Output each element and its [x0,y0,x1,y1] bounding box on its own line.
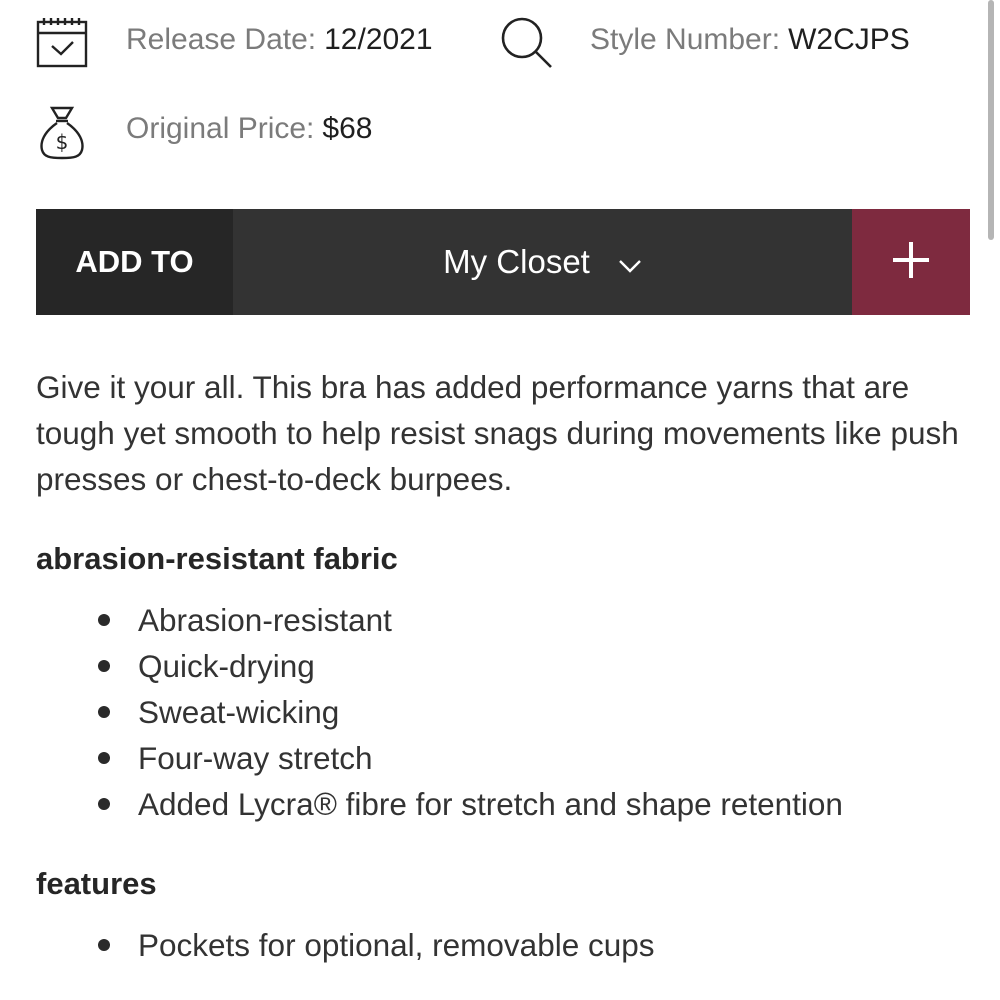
plus-icon [891,240,931,285]
release-date-label: Release Date: [126,23,317,56]
add-to-label: ADD TO [36,209,233,315]
add-to-bar: ADD TO My Closet [36,209,970,315]
original-price-row: Original Price: $68 [126,112,372,146]
bullet-icon [98,752,110,764]
add-to-closet-button[interactable] [852,209,970,315]
list-item: Added Lycra® fibre for stretch and shape… [36,781,843,827]
bullet-icon [98,798,110,810]
scrollbar[interactable] [988,0,994,240]
release-date-row: Release Date: 12/2021 [126,23,433,57]
bullet-icon [98,939,110,951]
bullet-icon [98,706,110,718]
product-description: Give it your all. This bra has added per… [36,369,959,497]
list-item: Four-way stretch [36,735,843,781]
calendar-check-icon [36,16,88,68]
list-item: Sweat-wicking [36,689,843,735]
style-number-label: Style Number: [590,23,781,56]
svg-text:$: $ [56,130,69,154]
bullet-icon [98,614,110,626]
search-icon [500,16,554,70]
style-number-value: W2CJPS [788,23,910,56]
list-item: Abrasion-resistant [36,597,843,643]
money-bag-icon: $ [38,104,86,160]
closet-select-value: My Closet [443,243,590,280]
closet-select[interactable]: My Closet [233,209,852,315]
section-heading-fabric: abrasion-resistant fabric [36,541,398,576]
original-price-value: $68 [322,112,373,145]
list-item: Quick-drying [36,643,843,689]
fabric-list: Abrasion-resistant Quick-drying Sweat-wi… [36,597,843,827]
section-heading-features: features [36,866,157,901]
list-item: Pockets for optional, removable cups [36,922,655,968]
style-number-row: Style Number: W2CJPS [590,23,910,57]
features-list: Pockets for optional, removable cups [36,922,655,968]
release-date-value: 12/2021 [324,23,433,56]
bullet-icon [98,660,110,672]
original-price-label: Original Price: [126,112,315,145]
chevron-down-icon [590,243,642,281]
